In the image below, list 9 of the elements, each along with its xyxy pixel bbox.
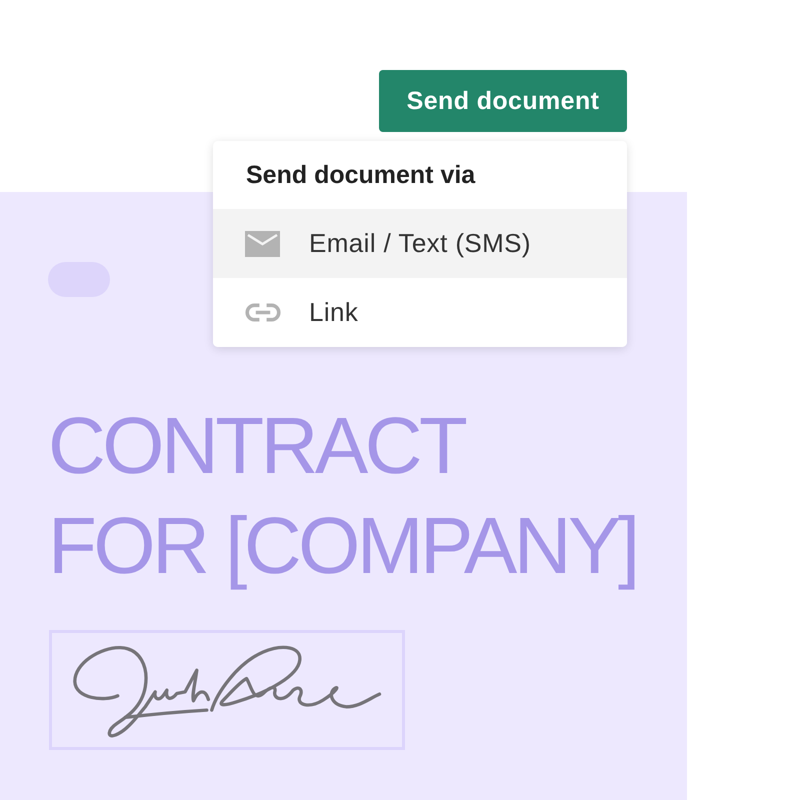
menu-item-label: Link [309, 297, 358, 328]
envelope-icon [245, 230, 280, 256]
menu-item[interactable]: Link [213, 278, 627, 347]
send-document-button[interactable]: Send document [379, 70, 627, 132]
menu-item-label: Email / Text (SMS) [309, 228, 531, 259]
menu-title: Send document via [245, 160, 476, 190]
menu-item[interactable]: Email / Text (SMS) [213, 209, 627, 278]
link-icon [245, 302, 281, 323]
document-title: CONTRACT FOR [COMPANY] [48, 400, 637, 592]
